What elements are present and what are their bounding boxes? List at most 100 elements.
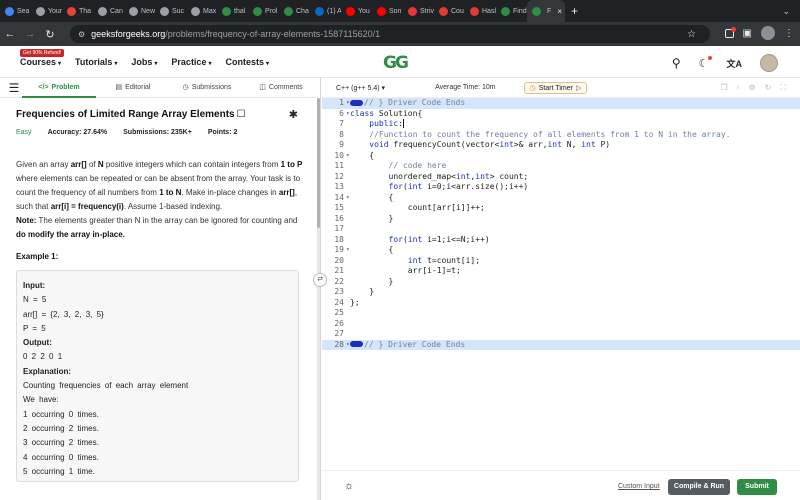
code-line[interactable]: 19 ▾ { (322, 245, 800, 256)
close-tab-icon[interactable]: × (557, 7, 562, 16)
gfg-icon (284, 6, 293, 16)
code-line[interactable]: 20 int t=count[i]; (322, 256, 800, 267)
browser-tab[interactable]: Find (496, 0, 527, 22)
language-select[interactable]: C++ (g++ 5.4) ▾ (336, 84, 385, 92)
code-line[interactable]: 25 (322, 308, 800, 319)
browser-tab[interactable]: Cha (279, 0, 310, 22)
browser-tab[interactable]: F × (527, 0, 565, 22)
code-line[interactable]: 14 ▾ { (322, 193, 800, 204)
translate-icon[interactable]: 文A (727, 57, 743, 70)
compile-run-button[interactable]: Compile & Run (668, 479, 730, 495)
browser-tab[interactable]: Suc (155, 0, 186, 22)
bookmark-star-icon[interactable]: ☆ (687, 29, 696, 40)
browser-tab[interactable]: Cou (434, 0, 465, 22)
tab-problem[interactable]: </> Problem (22, 78, 96, 98)
tab-search-icon[interactable]: ⌄ (782, 6, 790, 17)
report-bug-icon[interactable]: ✱ (289, 108, 298, 121)
code-line[interactable]: 26 (322, 319, 800, 330)
dark-mode-icon[interactable]: ☾ (699, 55, 712, 70)
code-line[interactable]: 27 (322, 329, 800, 340)
code-line[interactable]: 11 // code here (322, 161, 800, 172)
browser-tab[interactable]: Prol (248, 0, 279, 22)
browser-tab[interactable]: Your (31, 0, 62, 22)
problem-tabs: ☰ </> Problem ▤ Editorial ◷ Submissions ◫ Co… (0, 78, 318, 98)
code-line[interactable]: 12 unordered_map<int,int> count; (322, 172, 800, 183)
bookmark-icon[interactable]: ☐ (237, 109, 246, 120)
submit-button[interactable]: Submit (737, 479, 777, 495)
hamburger-menu-icon[interactable]: ☰ (0, 81, 22, 95)
browser-tab[interactable]: Max (186, 0, 217, 22)
forward-icon[interactable]: → (20, 28, 40, 40)
browser-tab[interactable]: Hasl (465, 0, 496, 22)
tab-submissions[interactable]: ◷ Submissions (170, 78, 244, 98)
line-number: 8 (339, 129, 344, 139)
address-bar[interactable]: ⚙ geeksforgeeks.org/problems/frequency-o… (70, 25, 710, 43)
code-line[interactable]: 6 ▾ class Solution{ (322, 109, 800, 120)
nav-item-jobs[interactable]: Jobs ▾ (131, 57, 157, 67)
browser-tab-label: Tha (79, 7, 92, 15)
code-line[interactable]: 1 ▾// } Driver Code Ends (322, 98, 800, 109)
browser-tab[interactable]: Striv (403, 0, 434, 22)
nav-item-practice[interactable]: Practice ▾ (171, 57, 211, 67)
paste-icon[interactable]: ▫ (737, 83, 740, 93)
code-line[interactable]: 28 ▾// } Driver Code Ends (322, 339, 800, 350)
code-line[interactable]: 15 count[arr[i]]++; (322, 203, 800, 214)
search-icon[interactable]: ⚲ (672, 56, 681, 70)
site-info-icon[interactable]: ⚙ (78, 30, 85, 39)
line-number: 28 (334, 339, 344, 349)
code-line[interactable]: 7 public: (322, 119, 800, 130)
code-line[interactable]: 9 void frequencyCount(vector<int>& arr,i… (322, 140, 800, 151)
browser-tab[interactable]: Son (372, 0, 403, 22)
code-line[interactable]: 17 (322, 224, 800, 235)
submissions-label: Submissions: (123, 129, 170, 136)
code-text: count[arr[i]]++; (350, 203, 485, 212)
tab-editorial[interactable]: ▤ Editorial (96, 78, 170, 98)
code-line[interactable]: 18 for(int i=1;i<=N;i++) (322, 235, 800, 246)
line-number: 1 (339, 98, 344, 107)
nav-item-contests[interactable]: Contests ▾ (225, 57, 269, 67)
start-timer-button[interactable]: ◷ Start Timer ▷ (523, 81, 588, 94)
custom-input-link[interactable]: Custom Input (618, 483, 660, 490)
browser-menu-icon[interactable]: ⋮ (784, 28, 794, 39)
refund-badge[interactable]: Get 90% Refund! (20, 49, 65, 57)
chevron-down-icon: ▾ (114, 61, 118, 67)
code-line[interactable]: 8 //Function to count the frequency of a… (322, 130, 800, 141)
theme-toggle-icon[interactable]: ☼ (344, 480, 354, 492)
line-number: 22 (334, 276, 344, 286)
example-box: Input: N = 5 arr[] = {2, 3, 2, 3, 5} P = 5 O… (16, 270, 299, 482)
tab-comments[interactable]: ◫ Comments (244, 78, 318, 98)
gfg-logo[interactable]: GG (383, 53, 409, 73)
browser-tab[interactable]: You (341, 0, 372, 22)
globe-icon (36, 6, 45, 16)
browser-tab[interactable]: New (124, 0, 155, 22)
settings-icon[interactable]: ⚙ (749, 83, 756, 93)
new-tab-button[interactable]: + (571, 4, 578, 18)
code-editor[interactable]: 1 ▾// } Driver Code Ends 6 ▾ class Solution{… (322, 98, 800, 470)
nav-item-tutorials[interactable]: Tutorials ▾ (75, 57, 117, 67)
profile-avatar[interactable] (761, 26, 775, 40)
extensions-icon[interactable] (724, 26, 736, 38)
fullscreen-icon[interactable]: ⛶ (780, 83, 786, 93)
browser-tab[interactable]: Tha (62, 0, 93, 22)
reload-icon[interactable]: ↻ (40, 28, 60, 41)
code-line[interactable]: 21 arr[i-1]=t; (322, 266, 800, 277)
browser-tab[interactable]: Can (93, 0, 124, 22)
copy-icon[interactable]: ❐ (721, 83, 728, 93)
reset-icon[interactable]: ↻ (765, 83, 772, 93)
code-line[interactable]: 16 } (322, 214, 800, 225)
code-line[interactable]: 22 } (322, 277, 800, 288)
code-line[interactable]: 10 ▾ { (322, 151, 800, 162)
browser-tab[interactable]: Sea (0, 0, 31, 22)
code-line[interactable]: 13 for(int i=0;i<arr.size();i++) (322, 182, 800, 193)
line-number: 17 (334, 224, 344, 233)
accuracy-value: 27.64% (83, 129, 108, 136)
browser-tab[interactable]: (1) A (310, 0, 341, 22)
nav-item-courses[interactable]: Courses ▾ (20, 57, 61, 67)
code-line[interactable]: 23 } (322, 287, 800, 298)
sidebar-icon[interactable]: ▣ (743, 28, 752, 39)
code-line[interactable]: 24}; (322, 298, 800, 309)
example-line: 2 occurring 2 times. (23, 423, 99, 433)
back-icon[interactable]: ← (0, 28, 20, 40)
browser-tab[interactable]: thal (217, 0, 248, 22)
user-avatar[interactable] (760, 54, 778, 72)
